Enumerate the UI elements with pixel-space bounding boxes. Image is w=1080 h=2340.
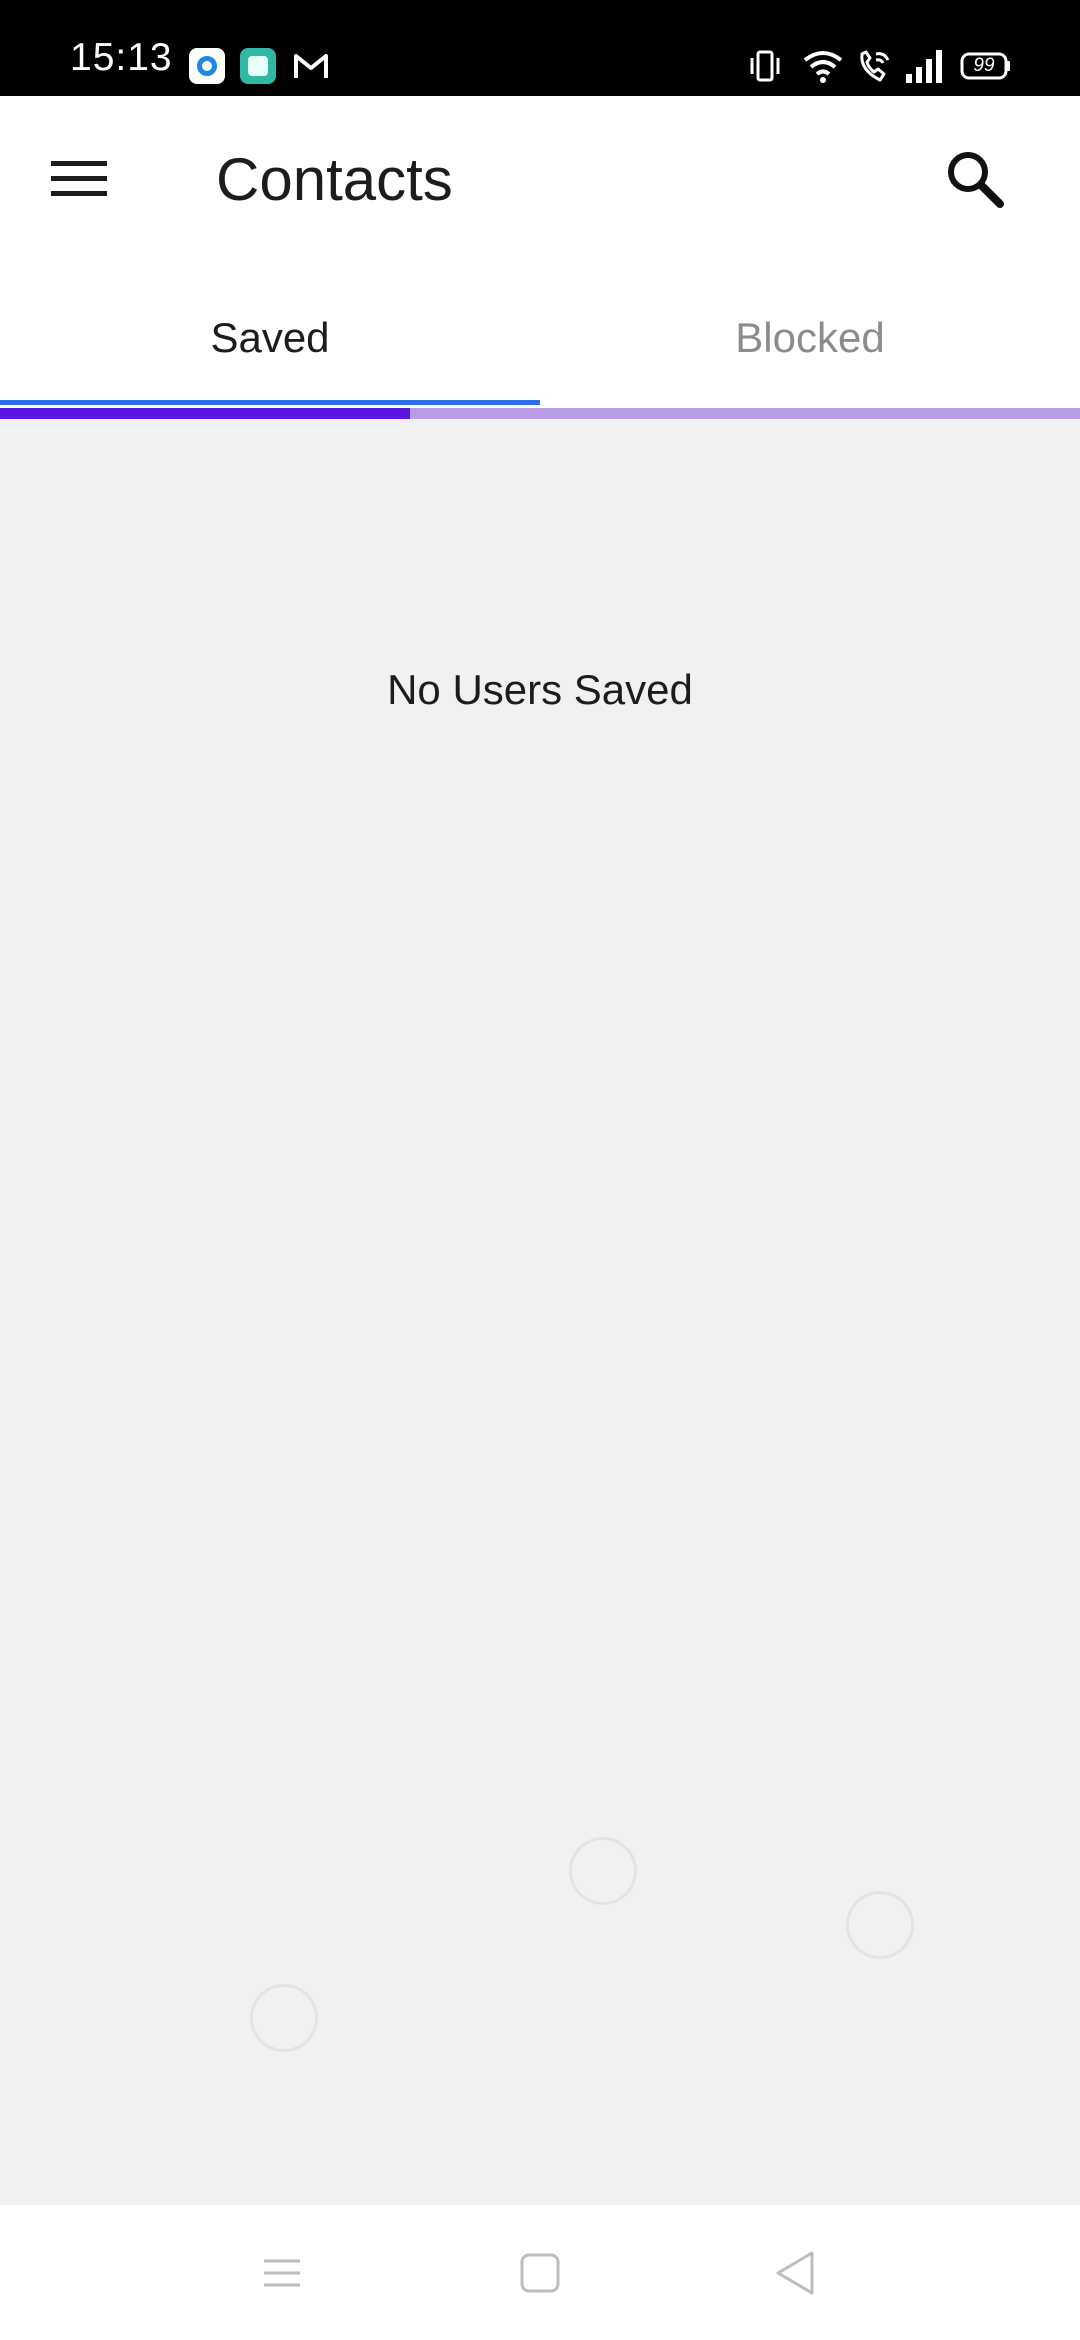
touch-ripple	[250, 1984, 318, 2052]
page-title: Contacts	[216, 146, 453, 213]
app-notification-icon	[189, 48, 225, 84]
search-icon[interactable]	[940, 144, 1010, 214]
recents-icon[interactable]	[252, 2243, 312, 2303]
home-icon[interactable]	[510, 2243, 570, 2303]
gmail-icon	[294, 54, 328, 78]
empty-state-message: No Users Saved	[387, 666, 693, 713]
system-nav-bar	[0, 2205, 1080, 2340]
tab-saved[interactable]: Saved	[0, 268, 540, 404]
loading-progress-fill	[0, 408, 411, 419]
wifi-call-icon	[860, 50, 890, 82]
tab-bar: Saved Blocked	[0, 268, 1080, 410]
wifi-icon	[803, 51, 843, 83]
tab-blocked[interactable]: Blocked	[540, 268, 1080, 404]
signal-icon	[906, 50, 942, 83]
battery-level: 99	[973, 55, 995, 76]
back-icon[interactable]	[766, 2243, 826, 2303]
hamburger-menu-icon[interactable]	[40, 148, 118, 208]
touch-ripple	[846, 1891, 914, 1959]
vibrate-icon	[750, 50, 780, 82]
status-bar: 15:13 99	[0, 0, 1080, 96]
loading-progress-bar	[0, 408, 1080, 419]
contacts-list: No Users Saved	[0, 419, 1080, 2205]
status-time: 15:13	[70, 36, 173, 79]
app-bar: Contacts	[0, 96, 1080, 268]
tab-indicator	[0, 400, 540, 405]
touch-ripple	[569, 1837, 637, 1905]
app-notification-icon	[240, 48, 276, 84]
battery-icon: 99	[960, 48, 1012, 84]
